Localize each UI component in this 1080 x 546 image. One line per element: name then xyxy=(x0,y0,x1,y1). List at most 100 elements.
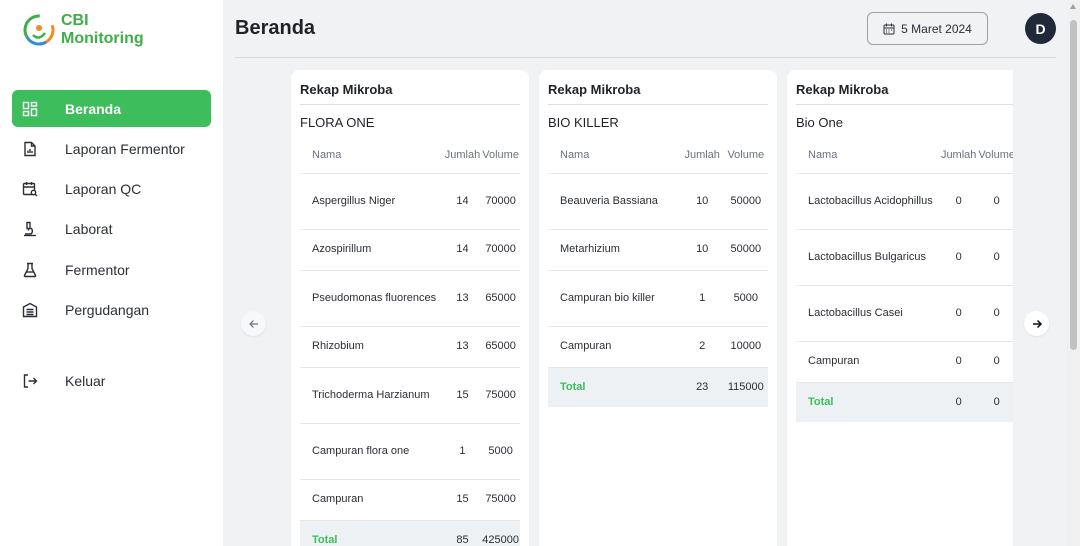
total-label: Total xyxy=(300,520,444,546)
total-count: 0 xyxy=(940,382,978,422)
brand-line1: CBI xyxy=(61,12,89,29)
sidebar-item-label: Laporan QC xyxy=(65,181,142,198)
arrow-left-icon xyxy=(248,319,258,328)
sidebar-item-laporan-fermentor[interactable]: Laporan Fermentor xyxy=(12,130,211,167)
sidebar-item-laporan-qc[interactable]: Laporan QC xyxy=(12,171,211,208)
cell-count: 13 xyxy=(443,270,482,327)
header-divider xyxy=(235,57,1056,58)
summary-table: Nama Jumlah Volume Beauveria Bassiana 10 5… xyxy=(548,138,768,407)
cell-name: Lactobacillus Casei xyxy=(796,285,940,342)
cell-volume: 50000 xyxy=(723,229,768,271)
cell-count: 0 xyxy=(940,341,978,383)
table-row: Beauveria Bassiana 10 50000 xyxy=(548,173,768,230)
table-row: Lactobacillus Casei 0 0 xyxy=(796,285,1013,342)
card-subtitle: FLORA ONE xyxy=(300,115,375,130)
date-label: 5 Maret 2024 xyxy=(901,21,972,36)
cell-count: 10 xyxy=(680,173,724,230)
scroll-up-icon[interactable] xyxy=(1070,4,1076,9)
cell-count: 13 xyxy=(443,326,482,368)
cell-volume: 70000 xyxy=(481,229,520,271)
cell-volume: 0 xyxy=(977,229,1013,286)
summary-card-bio-killer: Rekap Mikroba BIO KILLER Nama Jumlah Vol… xyxy=(539,70,777,546)
cell-count: 1 xyxy=(443,423,482,480)
cell-name: Campuran flora one xyxy=(300,423,444,480)
cell-name: Campuran xyxy=(548,326,681,368)
cell-count: 14 xyxy=(443,229,482,271)
cell-volume: 75000 xyxy=(481,367,520,424)
cell-volume: 0 xyxy=(977,173,1013,230)
col-header-name: Nama xyxy=(548,138,681,174)
carousel-next-button[interactable] xyxy=(1024,311,1049,336)
card-title: Rekap Mikroba xyxy=(796,70,1013,105)
summary-card-flora-one: Rekap Mikroba FLORA ONE Nama Jumlah Volu… xyxy=(291,70,529,546)
total-volume: 115000 xyxy=(723,367,768,407)
sidebar-item-laborat[interactable]: Laborat xyxy=(12,211,211,248)
cell-volume: 50000 xyxy=(723,173,768,230)
cell-name: Rhizobium xyxy=(300,326,444,368)
col-header-volume: Volume xyxy=(481,138,520,174)
logout-button[interactable]: Keluar xyxy=(12,362,211,399)
cell-name: Campuran xyxy=(300,479,444,521)
total-count: 85 xyxy=(443,520,482,546)
col-header-volume: Volume xyxy=(977,138,1013,174)
card-subtitle: Bio One xyxy=(796,115,843,130)
sidebar-item-beranda[interactable]: Beranda xyxy=(12,90,211,127)
summary-table: Nama Jumlah Volume Aspergillus Niger 14 70… xyxy=(300,138,520,546)
microscope-icon xyxy=(22,221,38,237)
cell-count: 14 xyxy=(443,173,482,230)
calendar-search-icon xyxy=(22,181,38,197)
date-picker-button[interactable]: 5 Maret 2024 xyxy=(867,12,988,45)
table-row: Campuran bio killer 1 5000 xyxy=(548,270,768,327)
table-total-row: Total 23 115000 xyxy=(548,367,768,407)
report-file-icon xyxy=(22,141,38,157)
card-title: Rekap Mikroba xyxy=(548,70,768,105)
cell-count: 15 xyxy=(443,367,482,424)
col-header-name: Nama xyxy=(796,138,940,174)
cell-count: 15 xyxy=(443,479,482,521)
table-row: Trichoderma Harzianum 15 75000 xyxy=(300,367,520,424)
cell-count: 2 xyxy=(680,326,724,368)
table-row: Azospirillum 14 70000 xyxy=(300,229,520,271)
page-scrollbar[interactable] xyxy=(1067,0,1080,546)
logout-label: Keluar xyxy=(65,372,106,389)
scroll-thumb[interactable] xyxy=(1070,20,1077,350)
table-row: Lactobacillus Acidophillus 0 0 xyxy=(796,173,1013,230)
table-row: Rhizobium 13 65000 xyxy=(300,326,520,368)
table-row: Campuran flora one 1 5000 xyxy=(300,423,520,480)
total-volume: 425000 xyxy=(481,520,520,546)
cell-name: Aspergillus Niger xyxy=(300,173,444,230)
sidebar-item-fermentor[interactable]: Fermentor xyxy=(12,251,211,288)
cell-count: 0 xyxy=(940,285,978,342)
cell-volume: 65000 xyxy=(481,326,520,368)
cell-name: Azospirillum xyxy=(300,229,444,271)
calendar-icon xyxy=(883,23,895,34)
cell-name: Beauveria Bassiana xyxy=(548,173,681,230)
cell-volume: 65000 xyxy=(481,270,520,327)
col-header-count: Jumlah xyxy=(680,138,724,174)
cell-volume: 5000 xyxy=(723,270,768,327)
cell-count: 0 xyxy=(940,229,978,286)
sidebar-item-label: Laporan Fermentor xyxy=(65,140,185,157)
brand-line2: Monitoring xyxy=(61,30,144,47)
sidebar-nav: Beranda Laporan Fermentor Laporan QC Lab… xyxy=(12,90,211,389)
col-header-volume: Volume xyxy=(723,138,768,174)
carousel-prev-button[interactable] xyxy=(241,311,266,336)
microbe-summary-carousel: Rekap Mikroba FLORA ONE Nama Jumlah Volu… xyxy=(290,70,1013,546)
sidebar-item-label: Fermentor xyxy=(65,261,130,278)
table-header-row: Nama Jumlah Volume xyxy=(548,138,768,174)
sidebar-item-pergudangan[interactable]: Pergudangan xyxy=(12,291,211,328)
cell-volume: 0 xyxy=(977,285,1013,342)
table-row: Aspergillus Niger 14 70000 xyxy=(300,173,520,230)
table-row: Campuran 2 10000 xyxy=(548,326,768,368)
brand-logo[interactable]: CBI Monitoring xyxy=(22,12,144,48)
col-header-count: Jumlah xyxy=(940,138,978,174)
avatar[interactable]: D xyxy=(1025,13,1056,44)
cbi-logo-icon xyxy=(23,14,55,46)
warehouse-icon xyxy=(22,302,38,318)
cell-volume: 70000 xyxy=(481,173,520,230)
table-row: Pseudomonas fluorences 13 65000 xyxy=(300,270,520,327)
cell-count: 1 xyxy=(680,270,724,327)
sidebar-item-label: Laborat xyxy=(65,221,113,238)
page-title: Beranda xyxy=(235,17,316,39)
total-label: Total xyxy=(796,382,940,422)
